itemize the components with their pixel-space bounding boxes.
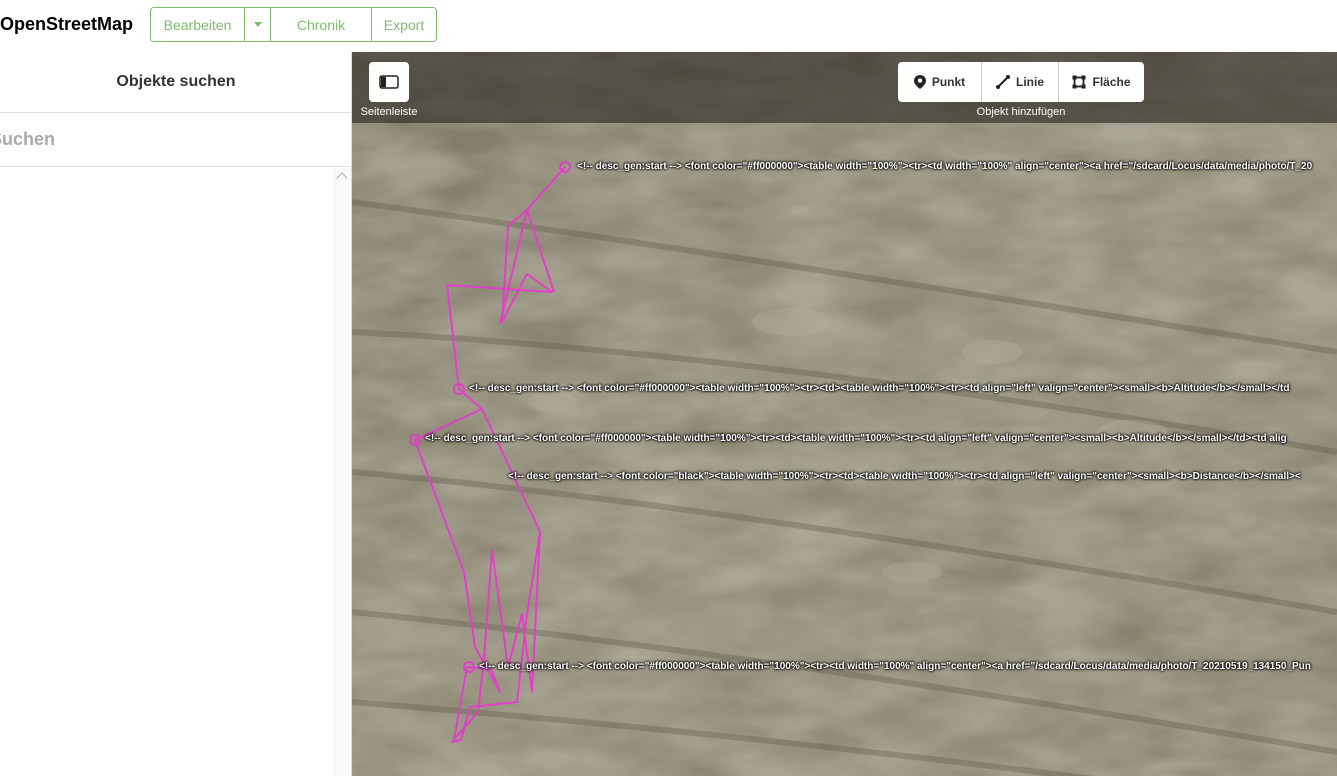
search-row	[0, 113, 352, 167]
site-logo[interactable]: OpenStreetMap	[0, 14, 133, 35]
edit-button-group: Bearbeiten Chronik Export	[150, 7, 437, 42]
gpx-track-branch[interactable]	[499, 166, 566, 325]
sidebar-title: Objekte suchen	[0, 52, 352, 113]
search-input[interactable]	[0, 113, 342, 166]
sidebar-scrollbar[interactable]	[334, 168, 351, 776]
top-header: OpenStreetMap Bearbeiten Chronik Export	[0, 0, 1337, 52]
sidebar: Objekte suchen	[0, 52, 352, 776]
caret-down-icon	[253, 22, 262, 27]
gpx-track-line[interactable]	[414, 166, 566, 743]
history-button[interactable]: Chronik	[271, 8, 372, 41]
waypoint-label[interactable]: <!-- desc_gen:start --> <font color="#ff…	[425, 433, 1287, 444]
edit-dropdown-button[interactable]	[245, 8, 271, 41]
waypoint-label[interactable]: <!-- desc_gen:start --> <font color="#ff…	[577, 161, 1312, 172]
gpx-track-branch-2[interactable]	[526, 209, 555, 293]
scroll-up-icon[interactable]	[336, 172, 348, 184]
export-button[interactable]: Export	[372, 8, 436, 41]
search-results-list	[0, 168, 334, 776]
map-canvas[interactable]: Seitenleiste Punkt Linie Fläche Objekt h…	[352, 52, 1337, 776]
waypoint-label[interactable]: <!-- desc_gen:start --> <font color="bla…	[508, 471, 1301, 482]
waypoint-label[interactable]: <!-- desc_gen:start --> <font color="#ff…	[469, 383, 1290, 394]
waypoint-label[interactable]: <!-- desc_gen:start --> <font color="#ff…	[479, 661, 1311, 672]
edit-button[interactable]: Bearbeiten	[151, 8, 245, 41]
